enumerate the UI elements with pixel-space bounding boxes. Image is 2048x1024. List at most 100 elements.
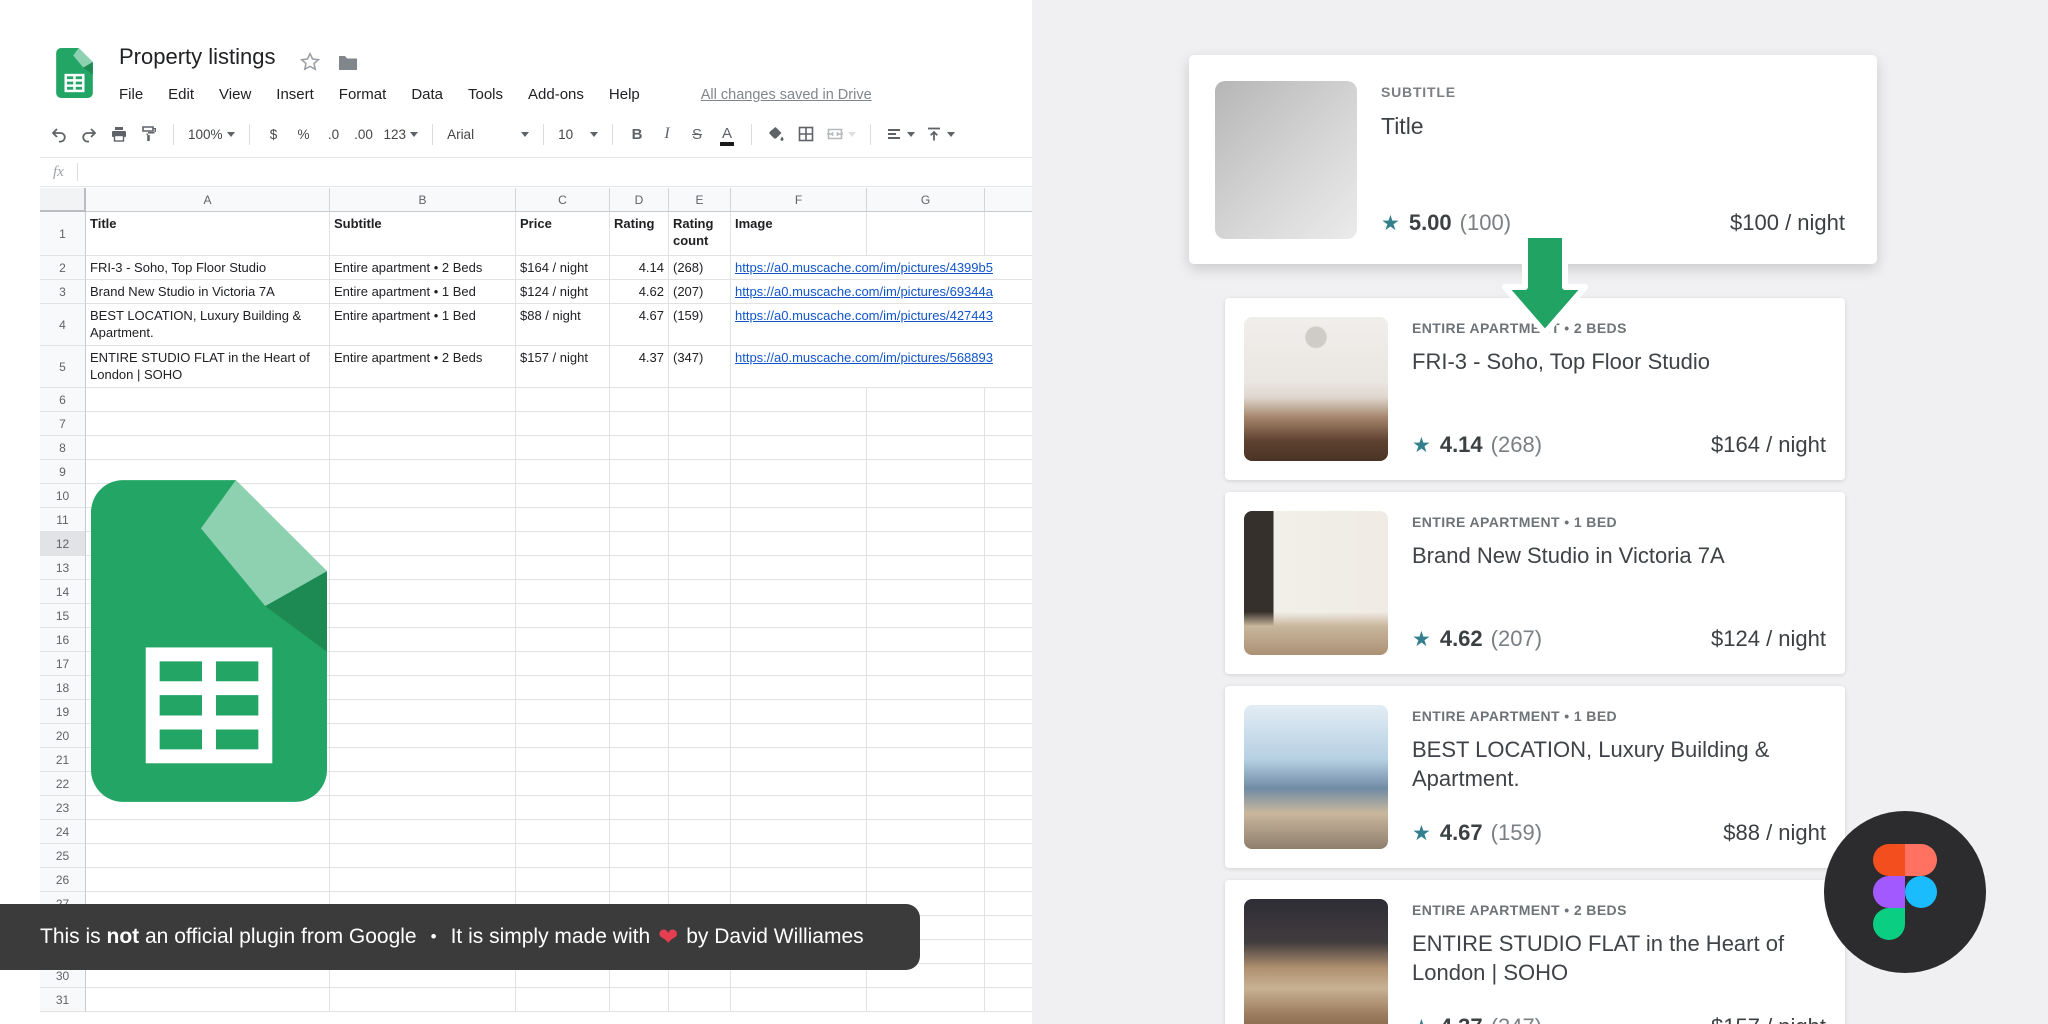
row-header-19[interactable]: 19 xyxy=(40,700,86,724)
empty-cell[interactable] xyxy=(516,796,610,820)
empty-cell[interactable] xyxy=(330,820,516,844)
empty-cell[interactable] xyxy=(669,484,731,508)
empty-cell[interactable] xyxy=(669,628,731,652)
empty-cell[interactable] xyxy=(731,484,867,508)
italic-button[interactable]: I xyxy=(654,120,680,148)
listing-card[interactable]: ENTIRE APARTMENT • 2 BEDS ENTIRE STUDIO … xyxy=(1225,880,1845,1024)
empty-cell[interactable] xyxy=(867,484,985,508)
text-color-button[interactable]: A xyxy=(714,120,740,148)
menu-format[interactable]: Format xyxy=(339,86,387,103)
row-header-9[interactable]: 9 xyxy=(40,460,86,484)
cell-B2[interactable]: Entire apartment • 2 Beds xyxy=(330,256,516,280)
empty-cell[interactable] xyxy=(867,868,985,892)
empty-cell[interactable] xyxy=(330,796,516,820)
empty-cell[interactable] xyxy=(867,652,985,676)
empty-cell[interactable] xyxy=(610,700,669,724)
row-header-1[interactable]: 1 xyxy=(40,212,86,256)
empty-cell[interactable] xyxy=(731,796,867,820)
menu-data[interactable]: Data xyxy=(411,86,443,103)
empty-cell[interactable] xyxy=(86,388,330,412)
empty-cell[interactable] xyxy=(330,700,516,724)
empty-cell[interactable] xyxy=(516,532,610,556)
empty-cell[interactable] xyxy=(985,460,1032,484)
empty-cell[interactable] xyxy=(669,460,731,484)
empty-cell[interactable] xyxy=(610,724,669,748)
empty-cell[interactable] xyxy=(731,652,867,676)
image-url-link[interactable]: https://a0.muscache.com/im/pictures/6934… xyxy=(735,284,993,299)
empty-cell[interactable] xyxy=(330,412,516,436)
column-header-E[interactable]: E xyxy=(669,188,731,212)
row-header-4[interactable]: 4 xyxy=(40,304,86,346)
empty-cell[interactable] xyxy=(731,580,867,604)
empty-cell[interactable] xyxy=(985,628,1032,652)
save-status-link[interactable]: All changes saved in Drive xyxy=(701,87,872,103)
empty-cell[interactable] xyxy=(669,820,731,844)
menu-edit[interactable]: Edit xyxy=(168,86,194,103)
cell-G1[interactable] xyxy=(867,212,985,256)
empty-cell[interactable] xyxy=(610,556,669,580)
empty-cell[interactable] xyxy=(516,388,610,412)
empty-cell[interactable] xyxy=(516,868,610,892)
format-currency-button[interactable]: $ xyxy=(261,120,287,148)
empty-cell[interactable] xyxy=(867,412,985,436)
row-header-11[interactable]: 11 xyxy=(40,508,86,532)
listing-card[interactable]: ENTIRE APARTMENT • 1 BED Brand New Studi… xyxy=(1225,492,1845,674)
cell-C4[interactable]: $88 / night xyxy=(516,304,610,346)
empty-cell[interactable] xyxy=(516,412,610,436)
empty-cell[interactable] xyxy=(669,556,731,580)
empty-cell[interactable] xyxy=(731,820,867,844)
row-header-26[interactable]: 26 xyxy=(40,868,86,892)
empty-cell[interactable] xyxy=(610,460,669,484)
empty-cell[interactable] xyxy=(985,604,1032,628)
empty-cell[interactable] xyxy=(610,484,669,508)
formula-bar[interactable]: fx xyxy=(40,157,1032,187)
empty-cell[interactable] xyxy=(731,772,867,796)
empty-cell[interactable] xyxy=(516,628,610,652)
column-header-partial[interactable] xyxy=(985,188,1032,212)
row-header-10[interactable]: 10 xyxy=(40,484,86,508)
empty-cell[interactable] xyxy=(985,508,1032,532)
empty-cell[interactable] xyxy=(669,772,731,796)
row-header-24[interactable]: 24 xyxy=(40,820,86,844)
image-url-link[interactable]: https://a0.muscache.com/im/pictures/5688… xyxy=(735,350,993,365)
empty-cell[interactable] xyxy=(330,508,516,532)
empty-cell[interactable] xyxy=(516,724,610,748)
empty-cell[interactable] xyxy=(867,748,985,772)
column-header-A[interactable]: A xyxy=(86,188,330,212)
empty-cell[interactable] xyxy=(985,964,1032,988)
empty-cell[interactable] xyxy=(669,700,731,724)
empty-cell[interactable] xyxy=(985,772,1032,796)
empty-cell[interactable] xyxy=(669,532,731,556)
cell-B5[interactable]: Entire apartment • 2 Beds xyxy=(330,346,516,388)
empty-cell[interactable] xyxy=(669,604,731,628)
merge-cells-icon[interactable] xyxy=(823,120,859,148)
empty-cell[interactable] xyxy=(867,532,985,556)
print-icon[interactable] xyxy=(106,120,132,148)
empty-cell[interactable] xyxy=(867,460,985,484)
menu-tools[interactable]: Tools xyxy=(468,86,503,103)
empty-cell[interactable] xyxy=(86,436,330,460)
empty-cell[interactable] xyxy=(731,700,867,724)
empty-cell[interactable] xyxy=(516,460,610,484)
empty-cell[interactable] xyxy=(610,988,669,1012)
row-header-2[interactable]: 2 xyxy=(40,256,86,280)
decrease-decimal-button[interactable]: .0 xyxy=(321,120,347,148)
empty-cell[interactable] xyxy=(669,652,731,676)
empty-cell[interactable] xyxy=(669,724,731,748)
row-header-7[interactable]: 7 xyxy=(40,412,86,436)
empty-cell[interactable] xyxy=(867,700,985,724)
cell-D3[interactable]: 4.62 xyxy=(610,280,669,304)
empty-cell[interactable] xyxy=(731,412,867,436)
row-header-16[interactable]: 16 xyxy=(40,628,86,652)
empty-cell[interactable] xyxy=(867,724,985,748)
cell-A4[interactable]: BEST LOCATION, Luxury Building & Apartme… xyxy=(86,304,330,346)
empty-cell[interactable] xyxy=(330,580,516,604)
cell-E3[interactable]: (207) xyxy=(669,280,731,304)
row-header-8[interactable]: 8 xyxy=(40,436,86,460)
menu-insert[interactable]: Insert xyxy=(276,86,314,103)
strikethrough-button[interactable]: S xyxy=(684,120,710,148)
empty-cell[interactable] xyxy=(86,844,330,868)
empty-cell[interactable] xyxy=(330,676,516,700)
select-all-corner[interactable] xyxy=(40,188,86,212)
empty-cell[interactable] xyxy=(516,700,610,724)
